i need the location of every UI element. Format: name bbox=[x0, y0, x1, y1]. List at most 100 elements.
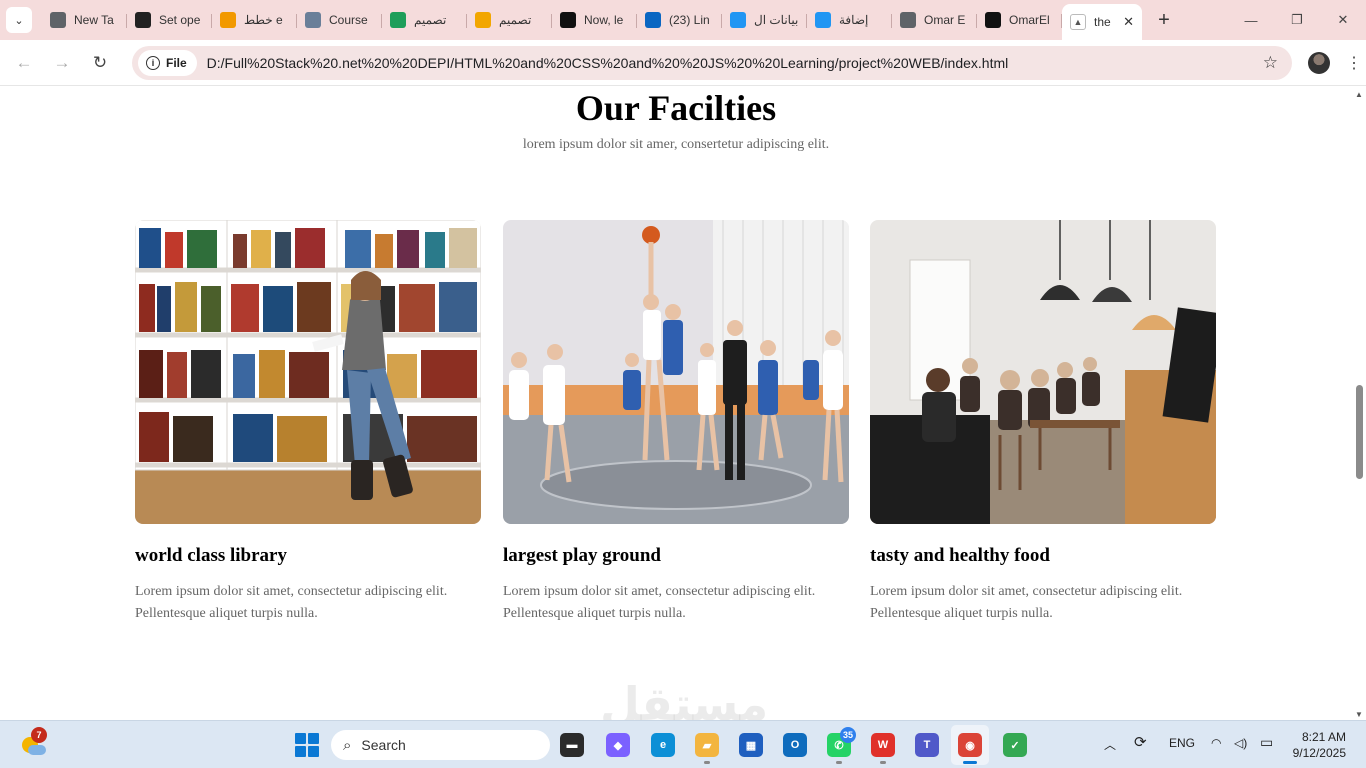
tab-search-button[interactable]: ⌄ bbox=[6, 7, 32, 33]
tab-title: بيانات ال bbox=[754, 13, 799, 27]
globe-icon bbox=[900, 12, 916, 28]
start-button[interactable] bbox=[295, 733, 319, 757]
tab-title: Course bbox=[329, 13, 368, 27]
course-icon bbox=[305, 12, 321, 28]
tab-list: New Ta Set ope خطط e Course تصميم تصميم Now, l… bbox=[42, 0, 1062, 40]
outlook-icon[interactable]: O bbox=[783, 733, 807, 757]
tab-strip: ⌄ New Ta Set ope خطط e Course تصميم تصميم Now,… bbox=[0, 0, 1366, 40]
five-icon bbox=[475, 12, 491, 28]
windows-logo-icon bbox=[295, 733, 306, 744]
scroll-up-icon[interactable]: ▲ bbox=[1355, 90, 1363, 99]
tab-3[interactable]: خطط e bbox=[212, 4, 297, 36]
tab-9[interactable]: بيانات ال bbox=[722, 4, 807, 36]
openai-icon bbox=[135, 12, 151, 28]
file-explorer-icon[interactable]: ▰ bbox=[695, 733, 719, 757]
tab-title: (23) Lin bbox=[669, 13, 710, 27]
tab-title: تصميم bbox=[499, 13, 532, 27]
tab-title: OmarEl bbox=[1009, 13, 1050, 27]
file-explorer-dark-icon[interactable]: ▬ bbox=[560, 733, 584, 757]
card-title: largest play ground bbox=[503, 545, 662, 566]
mostaql-icon bbox=[730, 12, 746, 28]
tab-title: خطط e bbox=[244, 13, 283, 27]
library-photo bbox=[135, 220, 481, 524]
card-text: Lorem ipsum dolor sit amet, consectetur … bbox=[870, 584, 1183, 621]
vertical-scrollbar[interactable]: ▲ ▼ bbox=[1352, 87, 1366, 720]
url-text[interactable]: D:/Full%20Stack%20.net%20%20DEPI/HTML%20… bbox=[207, 55, 1263, 71]
back-button[interactable]: ← bbox=[6, 45, 42, 81]
microsoft-store-icon[interactable]: ▦ bbox=[739, 733, 763, 757]
card-text: Lorem ipsum dolor sit amet, consectetur … bbox=[135, 584, 448, 621]
tab-active[interactable]: ▲ the ✕ bbox=[1062, 4, 1142, 40]
restore-button[interactable]: ❐ bbox=[1274, 0, 1320, 40]
tab-8[interactable]: (23) Lin bbox=[637, 4, 722, 36]
github-icon bbox=[985, 12, 1001, 28]
site-info-chip[interactable]: i File bbox=[138, 49, 197, 76]
wifi-icon[interactable]: ◠ bbox=[1211, 736, 1221, 750]
clock-date: 9/12/2025 bbox=[1292, 746, 1346, 760]
tab-12[interactable]: OmarEl bbox=[977, 4, 1062, 36]
tab-title: the bbox=[1094, 15, 1111, 29]
running-indicator bbox=[880, 761, 886, 764]
search-icon: ⌕ bbox=[343, 736, 352, 754]
running-indicator bbox=[963, 761, 977, 764]
forward-button[interactable]: → bbox=[44, 45, 80, 81]
clock-time: 8:21 AM bbox=[1301, 730, 1346, 744]
new-tab-button[interactable]: + bbox=[1150, 6, 1178, 34]
close-window-button[interactable]: ✕ bbox=[1320, 0, 1366, 40]
tab-title: Now, le bbox=[584, 13, 624, 27]
copilot-icon[interactable]: ◆ bbox=[606, 733, 630, 757]
browser-toolbar: ← → ↻ i File D:/Full%20Stack%20.net%20%2… bbox=[0, 40, 1366, 86]
tab-2[interactable]: Set ope bbox=[127, 4, 212, 36]
clock[interactable]: 8:21 AM 9/12/2025 bbox=[1293, 729, 1346, 761]
tab-11[interactable]: Omar E bbox=[892, 4, 977, 36]
running-indicator bbox=[836, 761, 842, 764]
facility-card-library: world class library Lorem ipsum dolor si… bbox=[135, 220, 481, 625]
tray-overflow-icon[interactable]: ︿ bbox=[1104, 736, 1116, 753]
scrollbar-thumb[interactable] bbox=[1356, 385, 1363, 479]
page-icon: ▲ bbox=[1070, 14, 1086, 30]
edge-icon[interactable]: e bbox=[651, 733, 675, 757]
menu-icon[interactable]: ⋮ bbox=[1346, 53, 1362, 73]
close-tab-icon[interactable]: ✕ bbox=[1123, 14, 1134, 30]
tab-7[interactable]: Now, le bbox=[552, 4, 637, 36]
profile-avatar[interactable] bbox=[1308, 51, 1330, 74]
volume-icon[interactable]: ◁) bbox=[1234, 736, 1247, 750]
chrome-icon[interactable]: ◉ bbox=[958, 733, 982, 757]
reload-button[interactable]: ↻ bbox=[82, 45, 118, 81]
window-controls: — ❐ ✕ bbox=[1228, 0, 1366, 40]
tab-6[interactable]: تصميم bbox=[467, 4, 552, 36]
tab-10[interactable]: إضافة bbox=[807, 4, 892, 36]
tab-1[interactable]: New Ta bbox=[42, 4, 127, 36]
scroll-down-icon[interactable]: ▼ bbox=[1355, 710, 1363, 719]
section-title: Our Facilties bbox=[575, 88, 777, 128]
tab-title: New Ta bbox=[74, 13, 114, 27]
mostaql-watermark: مستقل bbox=[600, 677, 769, 720]
bookmark-star-icon[interactable]: ☆ bbox=[1263, 53, 1278, 73]
info-icon: i bbox=[146, 55, 160, 70]
tab-title: Omar E bbox=[924, 13, 966, 27]
facility-card-food: tasty and healthy food Lorem ipsum dolor… bbox=[870, 220, 1216, 625]
section-subtitle: lorem ipsum dolor sit amer, consertetur … bbox=[522, 137, 830, 152]
language-indicator[interactable]: ENG bbox=[1169, 736, 1195, 750]
wps-office-icon[interactable]: W bbox=[871, 733, 895, 757]
battery-icon[interactable]: ▭ bbox=[1260, 734, 1273, 751]
linkedin-icon bbox=[645, 12, 661, 28]
clipchamp-icon[interactable]: ✓ bbox=[1003, 733, 1027, 757]
tab-4[interactable]: Course bbox=[297, 4, 382, 36]
running-indicator bbox=[704, 761, 710, 764]
teams-icon[interactable]: T bbox=[915, 733, 939, 757]
windows-taskbar: 7 ⌕ Search ▬ ◆ e ▰ ▦ O ✆ W T ◉ ✓ 35 ︿ ⟳ ENG ◠ ◁) ▭… bbox=[0, 720, 1366, 768]
facility-card-playground: largest play ground Lorem ipsum dolor si… bbox=[503, 220, 849, 625]
tab-5[interactable]: تصميم bbox=[382, 4, 467, 36]
cloud-icon bbox=[28, 745, 46, 755]
taskbar-search[interactable]: ⌕ Search bbox=[331, 730, 550, 760]
search-placeholder: Search bbox=[361, 737, 406, 753]
sync-icon[interactable]: ⟳ bbox=[1134, 733, 1147, 751]
address-bar[interactable]: i File D:/Full%20Stack%20.net%20%20DEPI/… bbox=[132, 45, 1292, 80]
page-viewport: Our Facilties lorem ipsum dolor sit amer… bbox=[0, 87, 1352, 720]
info-icon bbox=[220, 12, 236, 28]
minimize-button[interactable]: — bbox=[1228, 0, 1274, 40]
mostaql-icon bbox=[815, 12, 831, 28]
upwork-icon bbox=[560, 12, 576, 28]
card-title: tasty and healthy food bbox=[870, 545, 1050, 566]
